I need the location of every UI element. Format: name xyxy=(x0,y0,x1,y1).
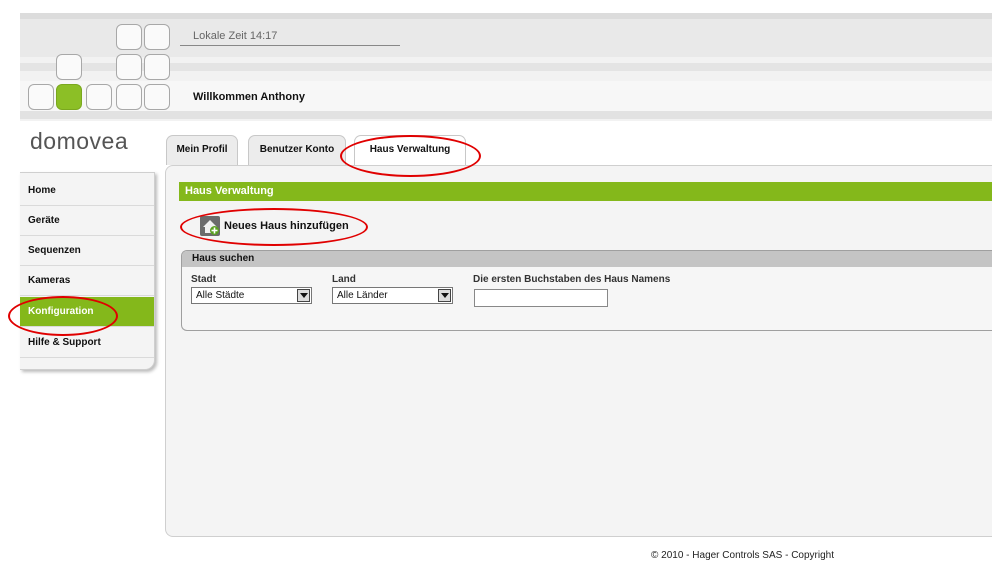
chevron-down-icon[interactable] xyxy=(438,289,451,302)
sidebar-item-hilfe-support[interactable]: Hilfe & Support xyxy=(20,328,154,358)
house-name-label: Die ersten Buchstaben des Haus Namens xyxy=(473,274,671,285)
brand-logo: domovea xyxy=(30,128,129,154)
logo-square xyxy=(144,24,170,50)
footer-copyright: © 2010 - Hager Controls SAS - Copyright xyxy=(651,550,835,561)
house-add-icon xyxy=(200,216,220,236)
sidebar-item-sequenzen[interactable]: Sequenzen xyxy=(20,236,154,266)
sidebar-item-geraete[interactable]: Geräte xyxy=(20,206,154,236)
add-house-button[interactable]: Neues Haus hinzufügen xyxy=(200,216,349,236)
divider xyxy=(180,45,400,46)
welcome-text: Willkommen Anthony xyxy=(193,91,305,103)
tab-benutzer-konto[interactable]: Benutzer Konto xyxy=(248,135,346,165)
logo-square xyxy=(56,54,82,80)
logo-square-active xyxy=(56,84,82,110)
section-title: Haus Verwaltung xyxy=(179,182,992,201)
sidebar: Home Geräte Sequenzen Kameras Konfigurat… xyxy=(20,172,155,370)
logo-square xyxy=(144,84,170,110)
country-select[interactable]: Alle Länder xyxy=(332,287,453,304)
tab-mein-profil[interactable]: Mein Profil xyxy=(166,135,238,165)
add-house-label: Neues Haus hinzufügen xyxy=(224,220,349,232)
country-label: Land xyxy=(332,274,356,285)
logo-square xyxy=(116,24,142,50)
logo-square xyxy=(116,54,142,80)
search-panel-title: Haus suchen xyxy=(182,251,992,267)
sidebar-item-home[interactable]: Home xyxy=(20,176,154,206)
search-panel: Haus suchen Stadt Alle Städte Land Alle … xyxy=(181,250,992,331)
tab-haus-verwaltung[interactable]: Haus Verwaltung xyxy=(354,135,466,165)
logo-square xyxy=(28,84,54,110)
logo-square xyxy=(86,84,112,110)
logo-square xyxy=(144,54,170,80)
chevron-down-icon[interactable] xyxy=(297,289,310,302)
country-select-value: Alle Länder xyxy=(337,290,388,301)
sidebar-item-kameras[interactable]: Kameras xyxy=(20,266,154,296)
logo-square xyxy=(116,84,142,110)
page: Lokale Zeit 14:17 Willkommen Anthony dom… xyxy=(0,0,992,570)
local-time: Lokale Zeit 14:17 xyxy=(193,30,278,42)
house-name-input[interactable] xyxy=(474,289,608,307)
main-panel: Haus Verwaltung Neues Haus hinzufügen Ha… xyxy=(165,165,992,537)
city-select-value: Alle Städte xyxy=(196,290,245,301)
city-select[interactable]: Alle Städte xyxy=(191,287,312,304)
sidebar-item-konfiguration[interactable]: Konfiguration xyxy=(20,297,154,327)
city-label: Stadt xyxy=(191,274,216,285)
